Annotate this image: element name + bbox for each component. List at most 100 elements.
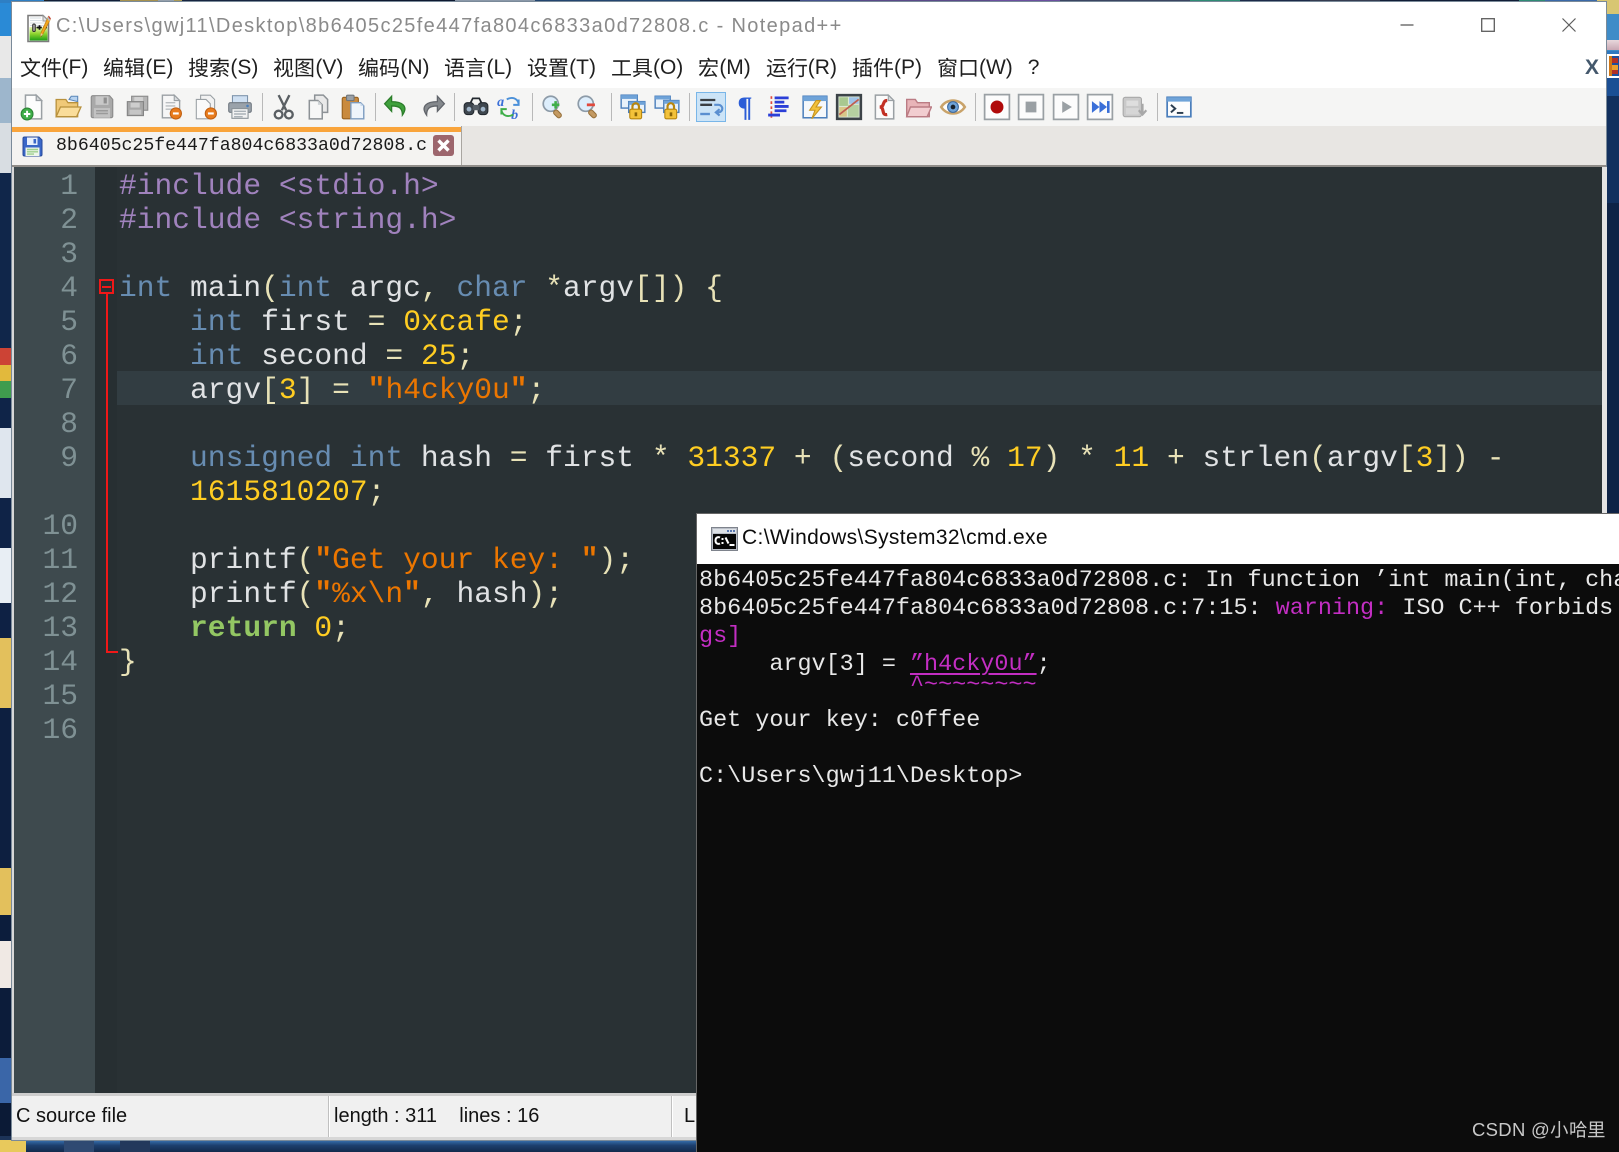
- line-number: 6: [60, 339, 78, 373]
- console-line: gs]: [699, 623, 742, 650]
- close-all-icon[interactable]: [192, 93, 220, 121]
- copy-icon[interactable]: [305, 93, 333, 121]
- cmd-window-title: C:\Windows\System32\cmd.exe: [742, 526, 1048, 549]
- menu-item-view[interactable]: (V): [266, 47, 351, 88]
- code-line: #include <string.h>: [119, 203, 457, 237]
- tab-close-icon[interactable]: [433, 135, 454, 156]
- menu-item-settings[interactable]: (T): [520, 47, 604, 88]
- redo-icon[interactable]: [418, 93, 446, 121]
- minimize-button[interactable]: [1387, 2, 1427, 47]
- macro-run-multiple-icon[interactable]: [1086, 93, 1114, 121]
- cmd-console-output[interactable]: 8b6405c25fe447fa804c6833a0d72808.c: In f…: [697, 564, 1619, 1152]
- code-line: unsigned int hash = first * 31337 + (sec…: [190, 441, 1505, 475]
- line-number: 5: [60, 305, 78, 339]
- desktop-wallpaper-left-strip: [0, 3, 12, 1152]
- line-number: 14: [42, 645, 78, 679]
- toolbar-separator: [262, 93, 263, 121]
- replace-icon[interactable]: ab: [496, 93, 524, 121]
- macro-record-icon[interactable]: [983, 93, 1011, 121]
- editor-left-frame: [12, 167, 14, 1093]
- console-line: C:\Users\gwj11\Desktop>: [699, 763, 1023, 790]
- menu-item-run[interactable]: (R): [758, 47, 844, 88]
- close-icon[interactable]: [157, 93, 185, 121]
- console-line: Get your key: c0ffee: [699, 707, 981, 734]
- taskbar-icon-fragment[interactable]: [120, 1140, 150, 1152]
- line-number: 7: [60, 373, 78, 407]
- new-file-icon[interactable]: [19, 93, 47, 121]
- find-icon[interactable]: [462, 93, 490, 121]
- svg-text:a: a: [497, 95, 504, 110]
- line-number: 13: [42, 611, 78, 645]
- monitoring-icon[interactable]: [939, 93, 967, 121]
- save-all-icon[interactable]: [123, 93, 151, 121]
- svg-text:¶: ¶: [737, 93, 752, 121]
- toolbar-separator: [1156, 93, 1158, 121]
- sync-vertical-icon[interactable]: [619, 93, 647, 121]
- undo-icon[interactable]: [383, 93, 411, 121]
- desktop-icon-fragment-photo: [1606, 40, 1619, 50]
- code-line: int main(int argc, char *argv[]) {: [119, 271, 723, 305]
- console-line: 8b6405c25fe447fa804c6833a0d72808.c:7:15:…: [699, 595, 1614, 622]
- paste-icon[interactable]: [339, 93, 367, 121]
- macro-save-icon[interactable]: [1121, 93, 1149, 121]
- cmd-title-bar[interactable]: C:\Windows\System32\cmd.exe: [697, 514, 1619, 564]
- taskbar-icon-fragment[interactable]: [0, 1140, 26, 1152]
- npp-title-bar[interactable]: C:\Users\gwj11\Desktop\8b6405c25fe447fa8…: [12, 2, 1606, 47]
- sync-horizontal-icon[interactable]: [653, 93, 681, 121]
- doc-map-icon[interactable]: [835, 93, 863, 121]
- cmd-window: C:\Windows\System32\cmd.exe 8b6405c25fe4…: [697, 514, 1619, 1152]
- function-list-icon[interactable]: [870, 93, 898, 121]
- save-icon[interactable]: [88, 93, 116, 121]
- cmd-app-icon: [711, 527, 738, 556]
- desktop-icon-fragment: [1607, 54, 1619, 78]
- menu-item-macro[interactable]: (M): [691, 47, 758, 88]
- menu-item-search[interactable]: (S): [181, 47, 266, 88]
- menubar-close-document-x[interactable]: X: [1585, 47, 1599, 88]
- maximize-button[interactable]: [1468, 2, 1508, 47]
- folder-workspace-icon[interactable]: [904, 93, 932, 121]
- menu-item-tools[interactable]: (O): [603, 47, 690, 88]
- menu-item-encoding[interactable]: (N): [351, 47, 437, 88]
- open-icon[interactable]: [54, 93, 82, 121]
- console-line: 8b6405c25fe447fa804c6833a0d72808.c: In f…: [699, 567, 1619, 594]
- fold-guide-line: [106, 294, 108, 651]
- close-button[interactable]: [1549, 2, 1589, 47]
- toolbar-separator: [610, 93, 612, 121]
- zoom-out-icon[interactable]: [575, 93, 603, 121]
- line-number: 11: [42, 543, 78, 577]
- code-line: argv[3] = "h4cky0u";: [119, 373, 546, 407]
- macro-play-icon[interactable]: [1052, 93, 1080, 121]
- desktop-wallpaper-right-strip: [1606, 3, 1619, 514]
- fold-collapse-icon[interactable]: [99, 279, 114, 294]
- menu-item-help[interactable]: ?: [1020, 47, 1047, 88]
- fold-guide-corner: [106, 651, 118, 653]
- console-icon[interactable]: [1165, 93, 1193, 121]
- menu-item-file[interactable]: (F): [12, 47, 96, 88]
- word-wrap-icon[interactable]: [696, 92, 726, 122]
- show-all-chars-icon[interactable]: ¶: [732, 93, 760, 121]
- cut-icon[interactable]: [270, 93, 298, 121]
- taskbar-strip[interactable]: [0, 1140, 697, 1152]
- zoom-in-icon[interactable]: [540, 93, 568, 121]
- code-line: int second = 25;: [190, 339, 475, 373]
- taskbar-icon-fragment[interactable]: [64, 1140, 94, 1152]
- macro-stop-icon[interactable]: [1017, 93, 1045, 121]
- line-number: 1: [60, 169, 78, 203]
- menu-item-language[interactable]: (L): [437, 47, 520, 88]
- tab-filename: 8b6405c25fe447fa804c6833a0d72808.c: [56, 136, 428, 156]
- menu-item-edit[interactable]: (E): [96, 47, 181, 88]
- statusbar-doc-type: C source file: [12, 1096, 329, 1137]
- menu-item-plugins[interactable]: (P): [844, 47, 929, 88]
- npp-toolbar: a b ¶: [12, 88, 1606, 126]
- line-number: 2: [60, 203, 78, 237]
- print-icon[interactable]: [226, 93, 254, 121]
- indent-guide-icon[interactable]: [766, 93, 794, 121]
- udl-dialog-icon[interactable]: [801, 93, 829, 121]
- line-number: 10: [42, 509, 78, 543]
- toolbar-separator: [532, 93, 533, 121]
- line-number: 4: [60, 271, 78, 305]
- menu-item-window[interactable]: (W): [929, 47, 1020, 88]
- tab-active-indicator: [12, 127, 461, 132]
- tab-active-document[interactable]: 8b6405c25fe447fa804c6833a0d72808.c: [12, 126, 462, 165]
